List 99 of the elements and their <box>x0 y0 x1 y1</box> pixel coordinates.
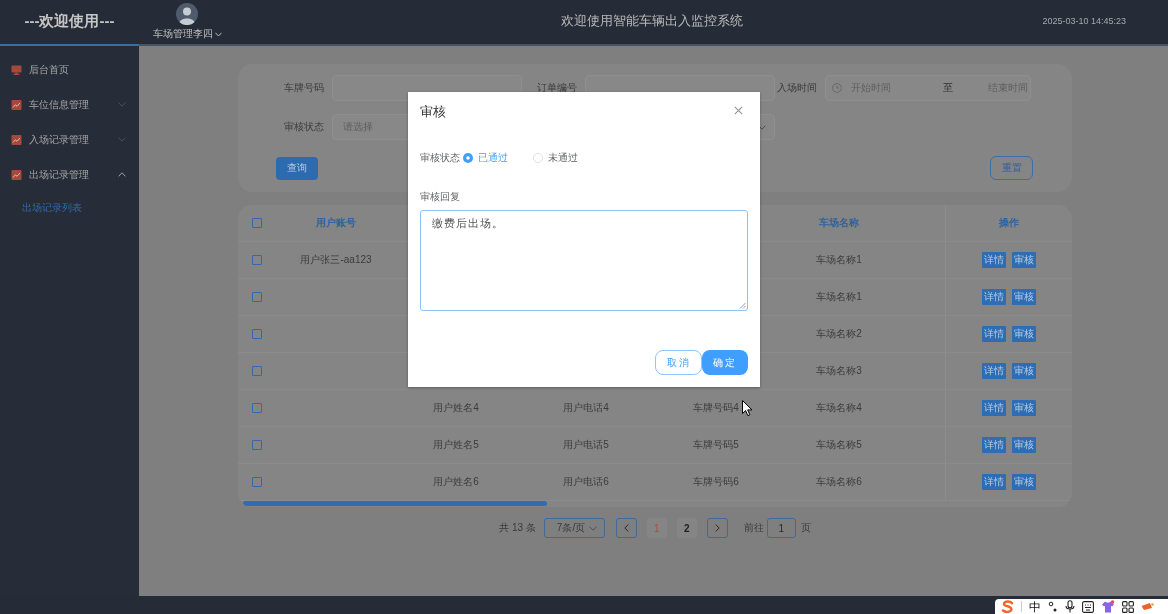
language-toggle[interactable]: 中 <box>1029 599 1041 614</box>
table-cell: 车场名称1 <box>816 253 862 267</box>
keyboard-icon[interactable] <box>1082 600 1094 613</box>
table-cell: 用户电话6 <box>563 475 609 489</box>
table-cell: 用户电话4 <box>563 401 609 415</box>
page-button[interactable]: 2 <box>676 518 697 538</box>
table-cell: 车牌号码4 <box>693 401 739 415</box>
field-label: 审核状态 <box>420 152 460 164</box>
grid-icon[interactable] <box>1122 600 1134 613</box>
chevron-down-icon[interactable] <box>214 31 222 37</box>
next-page-button[interactable] <box>706 518 728 538</box>
monitor-icon <box>11 64 22 75</box>
table-cell: 车牌号码5 <box>693 438 739 452</box>
radio-option[interactable]: 已通过 <box>463 151 508 165</box>
page-size-select[interactable]: 7条/页 <box>543 518 605 538</box>
table-cell: 用户姓名5 <box>433 438 479 452</box>
page-input[interactable]: 1 <box>766 518 796 538</box>
mouse-pointer-icon <box>742 400 753 417</box>
dialog-title: 审核 <box>420 104 446 120</box>
user-name[interactable]: 车场管理李四 <box>152 28 213 40</box>
checkbox[interactable] <box>251 366 262 376</box>
confirm-button[interactable]: 确定 <box>702 350 748 375</box>
table-cell: 车场名称2 <box>816 327 862 341</box>
range-separator: 至 <box>943 81 953 95</box>
checkbox[interactable] <box>251 477 262 487</box>
details-button[interactable]: 详情 <box>982 289 1006 305</box>
column-header: 车场名称 <box>819 216 859 230</box>
table-cell: 用户姓名4 <box>433 401 479 415</box>
resize-handle-icon[interactable] <box>739 302 746 309</box>
field-label: 车牌号码 <box>284 81 325 95</box>
brand-title: ---欢迎使用--- <box>24 12 115 30</box>
reply-textarea[interactable]: 缴费后出场。 <box>420 210 748 311</box>
cancel-button[interactable]: 取消 <box>655 350 702 375</box>
sidebar-item[interactable]: 出场记录管理 <box>0 157 139 192</box>
sidebar-item[interactable]: 车位信息管理 <box>0 87 139 122</box>
checkbox[interactable] <box>251 329 262 339</box>
checkbox[interactable] <box>251 218 262 228</box>
scrollbar-thumb[interactable] <box>243 501 547 506</box>
field-label: 审核回复 <box>420 191 460 203</box>
shirt-icon[interactable] <box>1101 600 1115 613</box>
table-cell: 用户姓名6 <box>433 475 479 489</box>
review-button[interactable]: 审核 <box>1012 363 1036 379</box>
checkbox[interactable] <box>251 403 262 413</box>
column-header: 操作 <box>999 216 1019 230</box>
details-button[interactable]: 详情 <box>982 363 1006 379</box>
table-cell: 用户张三-aa123 <box>300 253 372 267</box>
checkbox[interactable] <box>251 255 262 265</box>
wedge-icon[interactable] <box>1141 601 1154 612</box>
sidebar-item[interactable]: 入场记录管理 <box>0 122 139 157</box>
field-label: 订单编号 <box>537 81 578 95</box>
details-button[interactable]: 详情 <box>982 326 1006 342</box>
chart-icon <box>11 169 22 180</box>
column-header: 用户账号 <box>316 216 356 230</box>
table-cell: 车场名称3 <box>816 364 862 378</box>
avatar-icon <box>176 3 198 25</box>
datetime-text: 2025-03-10 14:45:23 <box>1042 15 1126 27</box>
table-cell: 车场名称6 <box>816 475 862 489</box>
checkbox[interactable] <box>251 292 262 302</box>
page-suffix: 页 <box>800 521 811 535</box>
details-button[interactable]: 详情 <box>982 400 1006 416</box>
submenu-item[interactable]: 出场记录列表 <box>0 192 139 224</box>
checkbox[interactable] <box>251 440 262 450</box>
review-button[interactable]: 审核 <box>1012 400 1036 416</box>
chart-icon <box>11 134 22 145</box>
app-title: 欢迎使用智能车辆出入监控系统 <box>561 13 743 29</box>
close-icon <box>734 105 743 115</box>
table-cell: 车牌号码6 <box>693 475 739 489</box>
table-cell: 车场名称4 <box>816 401 862 415</box>
details-button[interactable]: 详情 <box>982 437 1006 453</box>
chevron-left-icon <box>623 524 629 532</box>
prev-page-button[interactable] <box>615 518 637 538</box>
details-button[interactable]: 详情 <box>982 474 1006 490</box>
logo-icon[interactable] <box>1001 600 1014 613</box>
chart-icon <box>11 99 22 110</box>
table-cell: 车场名称5 <box>816 438 862 452</box>
clock-icon <box>832 83 842 93</box>
review-button[interactable]: 审核 <box>1012 326 1036 342</box>
table-cell: 用户电话5 <box>563 438 609 452</box>
query-button[interactable]: 查询 <box>276 156 318 180</box>
chevron-down-icon <box>758 124 766 130</box>
radio-option[interactable]: 未通过 <box>533 151 578 165</box>
sidebar-item[interactable]: 后台首页 <box>0 52 139 87</box>
field-label: 审核状态 <box>284 120 325 134</box>
chevron-right-icon <box>714 524 720 532</box>
table-cell: 车场名称1 <box>816 290 862 304</box>
chevron-up-icon[interactable] <box>118 172 126 177</box>
punctuation-icon[interactable] <box>1048 600 1058 613</box>
jump-label: 前往 <box>743 521 764 535</box>
reset-button[interactable]: 重置 <box>990 156 1033 180</box>
review-button[interactable]: 审核 <box>1012 474 1036 490</box>
review-button[interactable]: 审核 <box>1012 289 1036 305</box>
review-button[interactable]: 审核 <box>1012 252 1036 268</box>
chevron-down-icon <box>588 525 597 531</box>
details-button[interactable]: 详情 <box>982 252 1006 268</box>
field-label: 入场时间 <box>777 81 818 95</box>
review-button[interactable]: 审核 <box>1012 437 1036 453</box>
total-count: 共 13 条 <box>499 521 536 535</box>
microphone-icon[interactable] <box>1065 600 1075 613</box>
close-button[interactable] <box>734 105 743 115</box>
